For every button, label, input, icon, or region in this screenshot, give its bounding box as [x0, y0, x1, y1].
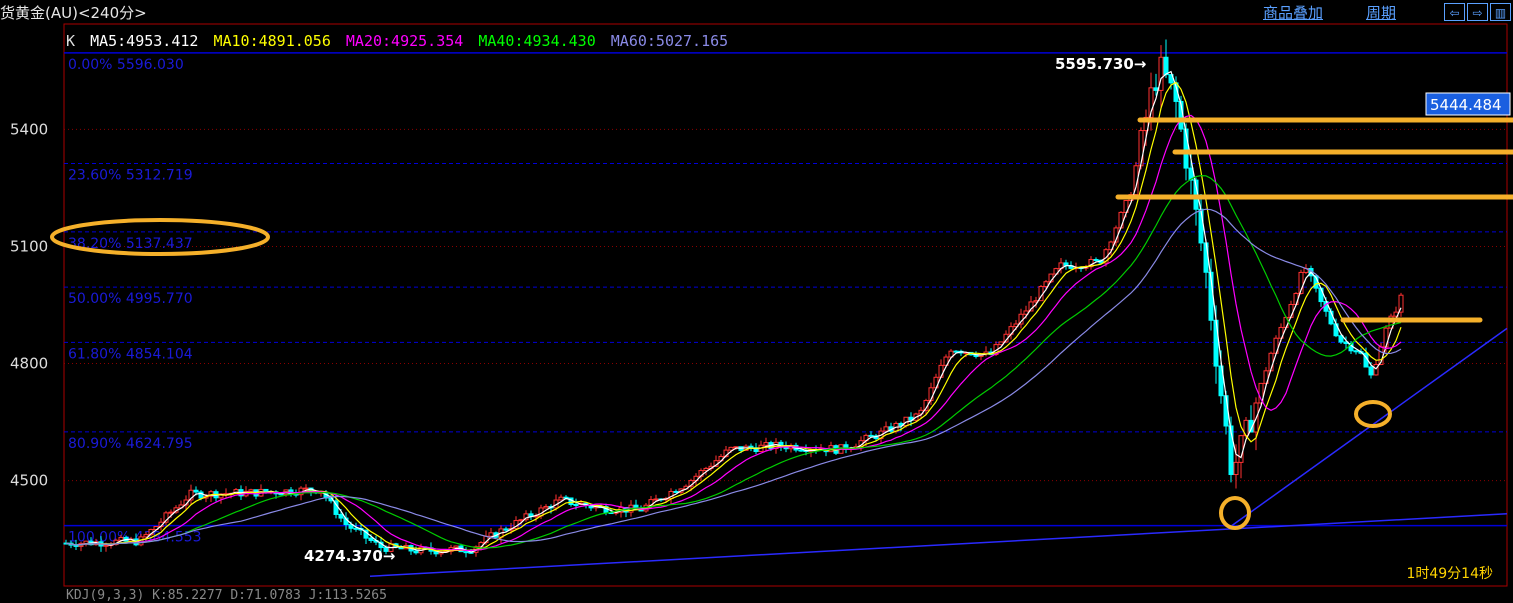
low-price-label: 4274.370→	[304, 547, 395, 565]
candle	[1383, 327, 1389, 348]
candle	[1233, 461, 1239, 476]
high-price-label: 5595.730→	[1055, 55, 1146, 73]
y-tick-label: 4500	[10, 472, 48, 490]
candle	[353, 527, 359, 530]
candle	[278, 493, 284, 496]
candle	[543, 505, 549, 509]
candle	[763, 442, 769, 446]
candle	[503, 528, 509, 531]
candle	[1318, 287, 1324, 303]
trendline-long	[369, 513, 1508, 577]
candle	[1368, 366, 1374, 376]
candle	[463, 551, 469, 554]
candle	[1118, 211, 1124, 229]
candle	[573, 503, 579, 506]
candle	[1293, 292, 1299, 305]
candle	[868, 434, 874, 437]
candle	[1093, 259, 1099, 262]
candle	[1163, 56, 1169, 76]
fib-label: 80.90% 4624.795	[68, 436, 193, 452]
candle	[303, 487, 309, 490]
current-price-label: 5444.484	[1430, 96, 1502, 114]
candle	[1203, 242, 1209, 273]
candle	[413, 550, 419, 554]
candle	[193, 489, 199, 493]
candle	[558, 496, 564, 501]
candle	[653, 498, 659, 501]
kdj-readout: KDJ(9,3,3) K:85.2277 D:71.0783 J:113.526…	[66, 588, 387, 603]
candle	[1353, 350, 1359, 353]
candle	[168, 511, 174, 514]
candle	[673, 490, 679, 493]
ma60-line	[65, 208, 1402, 546]
candle	[103, 544, 109, 547]
candle	[488, 532, 494, 537]
candle	[953, 350, 959, 353]
y-tick-label: 4800	[10, 355, 48, 373]
candle	[453, 545, 459, 549]
y-tick-label: 5100	[10, 237, 48, 255]
y-tick-label: 5400	[10, 120, 48, 138]
fib-label: 50.00% 4995.770	[68, 291, 193, 307]
candle	[248, 489, 254, 492]
candlestick-chart[interactable]: 0.00% 5596.03023.60% 5312.71938.20% 5137…	[0, 0, 1513, 597]
candle	[368, 537, 374, 541]
candle	[1043, 281, 1049, 288]
candle	[883, 426, 889, 432]
fib-label: 0.00% 5596.030	[68, 57, 184, 73]
fib-label: 61.80% 4854.104	[68, 346, 193, 362]
candle	[798, 449, 804, 452]
candle	[338, 513, 344, 519]
fib-label: 23.60% 5312.719	[68, 167, 193, 183]
candle	[1238, 435, 1244, 463]
swing-low-circle	[1354, 400, 1392, 428]
ma20-line	[65, 114, 1402, 552]
candle	[1153, 87, 1159, 91]
candle	[518, 519, 524, 522]
countdown-timer: 1时49分14秒	[1406, 566, 1493, 582]
